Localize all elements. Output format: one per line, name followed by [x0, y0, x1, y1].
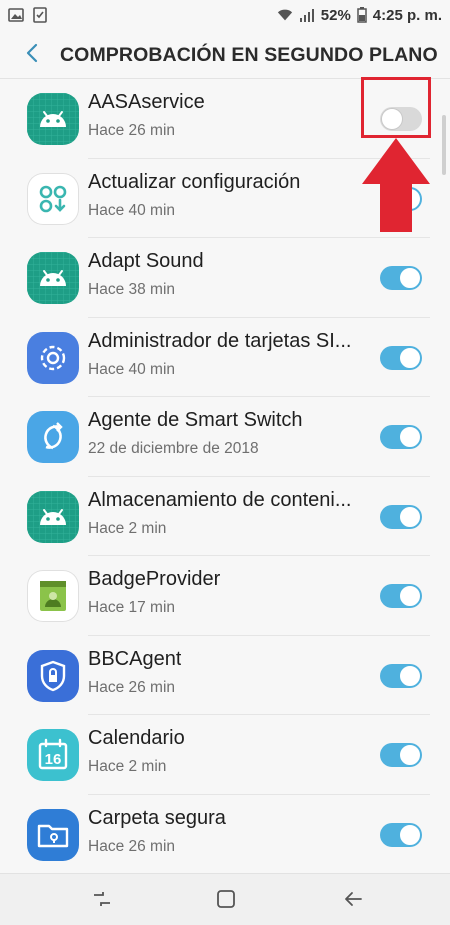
android-icon	[27, 490, 79, 543]
app-last-run: Hace 38 min	[88, 281, 176, 298]
check-notification-icon	[32, 7, 48, 23]
signal-icon	[299, 7, 315, 23]
status-bar: 52% 4:25 p. m.	[0, 0, 450, 30]
wifi-icon	[277, 7, 293, 23]
toggle-knob	[399, 505, 421, 528]
status-bar-left	[8, 7, 48, 23]
app-last-run: Hace 2 min	[88, 758, 167, 775]
app-last-run: Hace 40 min	[88, 360, 176, 378]
background-toggle[interactable]	[380, 663, 422, 688]
toggle-knob	[399, 664, 421, 687]
app-last-run: Hace 26 min	[88, 122, 176, 139]
background-toggle[interactable]	[380, 504, 422, 529]
list-item[interactable]: Almacenamiento de conteni... Hace 2 min	[0, 477, 450, 556]
back-nav-button[interactable]	[340, 888, 366, 914]
app-name: BadgeProvider	[88, 568, 221, 590]
background-toggle[interactable]	[380, 345, 422, 370]
recents-icon	[91, 888, 113, 915]
app-last-run: Hace 40 min	[88, 201, 176, 219]
secure-folder-icon	[27, 808, 79, 861]
app-name: Agente de Smart Switch	[88, 409, 303, 431]
list-item[interactable]: Adapt Sound Hace 38 min	[0, 238, 450, 318]
home-icon	[215, 888, 237, 915]
battery-icon	[357, 7, 367, 23]
home-button[interactable]	[213, 888, 239, 914]
app-last-run: Hace 17 min	[88, 599, 176, 616]
config-update-icon	[27, 172, 79, 225]
list-item[interactable]: BBCAgent Hace 26 min	[0, 636, 450, 715]
calendar-icon: 16	[27, 729, 79, 781]
app-last-run: Hace 2 min	[88, 519, 167, 537]
battery-percent: 52%	[320, 6, 351, 24]
toggle-knob	[399, 346, 421, 369]
toggle-knob	[399, 744, 421, 766]
app-last-run: 22 de diciembre de 2018	[88, 440, 259, 457]
toggle-knob	[399, 823, 421, 846]
gear-icon	[27, 331, 79, 384]
background-toggle[interactable]	[380, 425, 422, 449]
highlight-box	[361, 77, 431, 138]
scrollbar[interactable]	[442, 115, 446, 175]
background-toggle[interactable]	[380, 822, 422, 847]
back-button[interactable]	[12, 30, 52, 80]
page-title: COMPROBACIÓN EN SEGUNDO PLANO	[60, 43, 438, 66]
background-toggle[interactable]	[380, 743, 422, 767]
app-name: BBCAgent	[88, 647, 182, 670]
background-toggle[interactable]	[380, 266, 422, 290]
back-nav-icon	[342, 888, 364, 915]
toggle-knob	[399, 426, 421, 448]
smart-switch-icon	[27, 411, 79, 463]
recents-button[interactable]	[89, 888, 115, 914]
app-header: COMPROBACIÓN EN SEGUNDO PLANO	[0, 30, 450, 80]
android-icon	[27, 93, 79, 145]
list-item[interactable]: 16 Calendario Hace 2 min	[0, 715, 450, 795]
navigation-bar	[0, 873, 450, 925]
android-icon	[27, 252, 79, 304]
background-toggle[interactable]	[380, 584, 422, 608]
list-item[interactable]: Carpeta segura Hace 26 min	[0, 795, 450, 875]
shield-icon	[27, 649, 79, 702]
toggle-knob	[399, 267, 421, 289]
app-name: Calendario	[88, 727, 185, 749]
list-item[interactable]: Administrador de tarjetas SI... Hace 40 …	[0, 318, 450, 397]
app-name: Actualizar configuración	[88, 170, 301, 193]
app-name: Carpeta segura	[88, 806, 226, 829]
image-icon	[8, 7, 24, 23]
list-item[interactable]: BadgeProvider Hace 17 min	[0, 556, 450, 636]
app-name: AASAservice	[88, 91, 205, 113]
chevron-left-icon	[25, 42, 39, 69]
app-name: Adapt Sound	[88, 250, 204, 272]
clock: 4:25 p. m.	[372, 6, 442, 24]
app-last-run: Hace 26 min	[88, 678, 176, 696]
badge-provider-icon	[27, 570, 79, 622]
app-name: Almacenamiento de conteni...	[88, 488, 352, 511]
app-name: Administrador de tarjetas SI...	[88, 329, 352, 352]
list-item[interactable]: Agente de Smart Switch 22 de diciembre d…	[0, 397, 450, 477]
arrow-up-icon	[360, 136, 432, 239]
calendar-date: 16	[44, 751, 62, 768]
status-bar-right: 52% 4:25 p. m.	[277, 7, 442, 24]
toggle-knob	[399, 585, 421, 607]
app-last-run: Hace 26 min	[88, 837, 176, 855]
